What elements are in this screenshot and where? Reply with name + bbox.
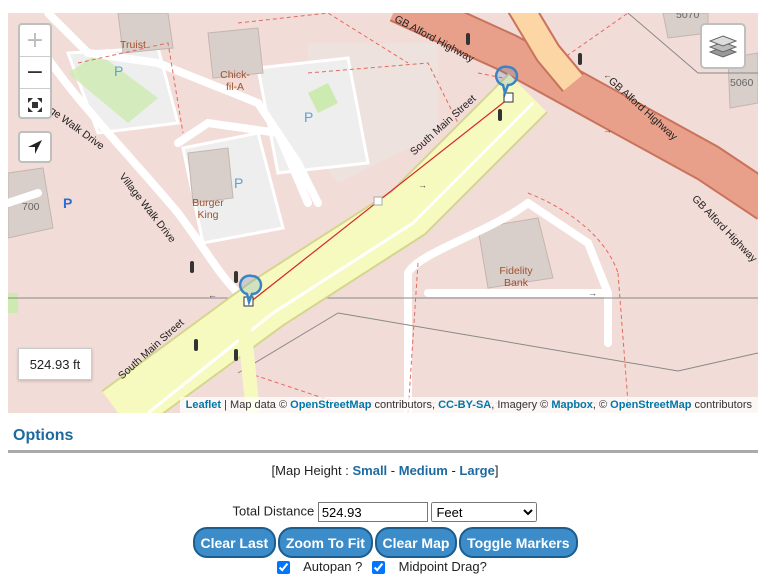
clear-last-button[interactable]: Clear Last bbox=[192, 527, 277, 558]
layers-icon bbox=[709, 35, 737, 58]
svg-text:→: → bbox=[588, 288, 597, 298]
svg-text:→: → bbox=[418, 180, 427, 190]
toggle-markers-button[interactable]: Toggle Markers bbox=[459, 527, 578, 558]
parking-icon: P bbox=[114, 63, 124, 79]
map-height-options: [Map Height : Small - Medium - Large] bbox=[0, 463, 770, 478]
separator: - bbox=[387, 463, 399, 478]
zoom-to-fit-button[interactable]: Zoom To Fit bbox=[277, 527, 373, 558]
bracket: ] bbox=[494, 463, 499, 478]
map-attribution: Leaflet | Map data © OpenStreetMap contr… bbox=[179, 397, 758, 413]
locate-button[interactable] bbox=[18, 131, 52, 163]
fullscreen-icon bbox=[28, 97, 42, 112]
map-height-small-link[interactable]: Small bbox=[352, 463, 387, 478]
house-number-700: 700 bbox=[22, 201, 40, 213]
ccbysa-link[interactable]: CC-BY-SA bbox=[438, 399, 491, 411]
total-distance-input[interactable] bbox=[317, 502, 428, 522]
divider bbox=[8, 450, 758, 453]
poi-fidelity-bank: Fidelity Bank bbox=[499, 265, 533, 289]
clear-map-button[interactable]: Clear Map bbox=[374, 527, 458, 558]
house-number-5060: 5060 bbox=[730, 77, 754, 89]
svg-text:→: → bbox=[603, 125, 612, 135]
attribution-text: contributors bbox=[691, 399, 752, 411]
autopan-checkbox[interactable] bbox=[277, 561, 291, 575]
options-title: Options bbox=[13, 427, 74, 444]
attribution-text: contributors, bbox=[371, 399, 439, 411]
svg-text:←: ← bbox=[208, 290, 217, 300]
zoom-control: + − bbox=[18, 23, 52, 119]
autopan-label: Autopan ? bbox=[303, 559, 363, 574]
map-view[interactable]: → ← ← → → Truist Chick-fil-A Burger King… bbox=[8, 13, 758, 413]
checkbox-row: Autopan ? Midpoint Drag? bbox=[0, 559, 770, 575]
separator: - bbox=[447, 463, 460, 478]
total-distance-row: Total Distance Feet bbox=[0, 502, 770, 522]
poi-chickfila: Chick-fil-A bbox=[220, 69, 250, 93]
poi-burger-king: Burger King bbox=[192, 197, 224, 221]
map-height-medium-link[interactable]: Medium bbox=[399, 463, 448, 478]
leaflet-link[interactable]: Leaflet bbox=[186, 399, 221, 411]
attribution-text: , © bbox=[592, 399, 611, 411]
attribution-text: , Imagery © bbox=[491, 399, 552, 411]
zoom-in-button[interactable]: + bbox=[20, 25, 50, 57]
map-height-label: [Map Height : bbox=[271, 463, 353, 478]
layers-button[interactable] bbox=[700, 23, 746, 69]
mapbox-link[interactable]: Mapbox bbox=[551, 399, 593, 411]
osm-link-2[interactable]: OpenStreetMap bbox=[610, 399, 691, 411]
attribution-text: | Map data © bbox=[221, 399, 291, 411]
parking-icon: P bbox=[234, 175, 244, 191]
zoom-out-button[interactable]: − bbox=[20, 57, 50, 89]
fullscreen-button[interactable] bbox=[20, 89, 50, 120]
parking-icon: P bbox=[304, 109, 314, 125]
osm-link[interactable]: OpenStreetMap bbox=[290, 399, 371, 411]
map-height-large-link[interactable]: Large bbox=[459, 463, 494, 478]
house-number-5070: 5070 bbox=[676, 13, 700, 21]
distance-readout: 524.93 ft bbox=[18, 348, 92, 380]
accessible-parking-icon: P bbox=[63, 195, 73, 211]
unit-select[interactable]: Feet bbox=[431, 502, 538, 522]
action-buttons: Clear Last Zoom To Fit Clear Map Toggle … bbox=[0, 527, 770, 558]
navigation-arrow-icon bbox=[28, 140, 42, 154]
midpoint-drag-checkbox[interactable] bbox=[372, 561, 386, 575]
total-distance-label: Total Distance bbox=[232, 503, 315, 519]
midpoint-drag-label: Midpoint Drag? bbox=[398, 559, 487, 574]
poi-truist: Truist bbox=[120, 39, 146, 51]
